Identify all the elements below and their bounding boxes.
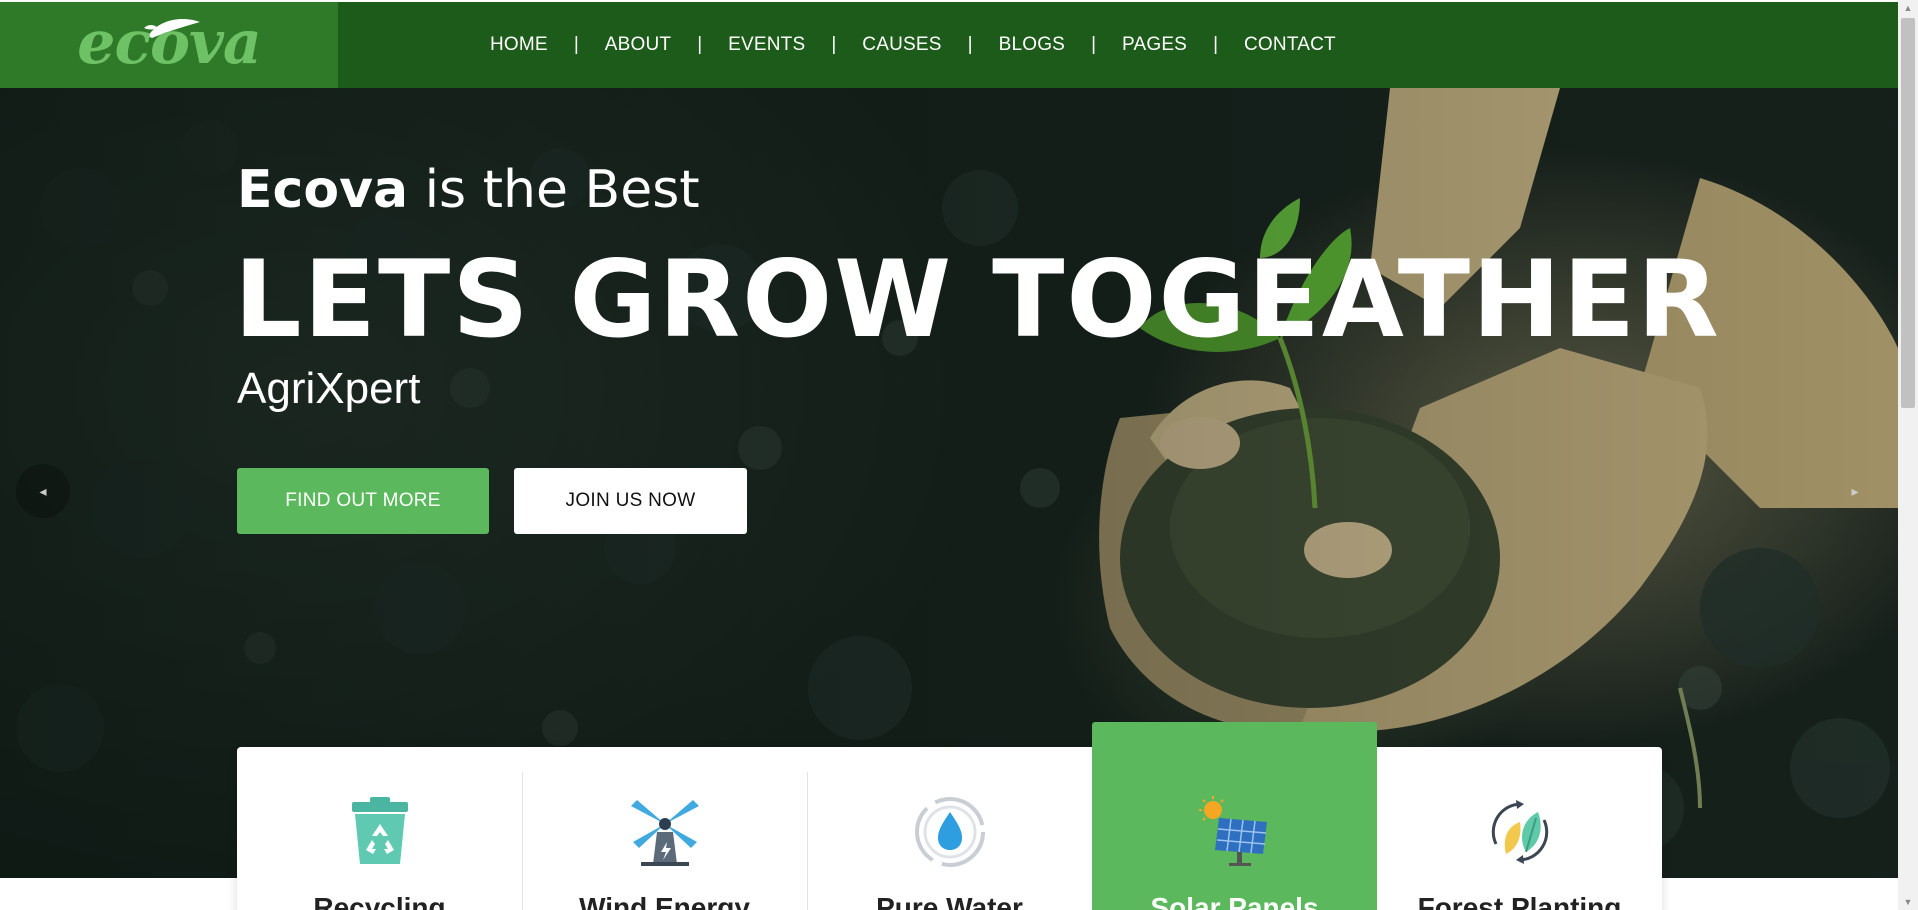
logo-text: ecova — [77, 8, 261, 78]
nav-contact[interactable]: CONTACT — [1244, 34, 1336, 56]
service-label: Forest Planting — [1417, 892, 1622, 910]
page-scrollbar[interactable]: ▲ ▼ — [1898, 0, 1918, 910]
nav-events[interactable]: EVENTS — [728, 34, 805, 56]
nav-separator: | — [831, 34, 837, 55]
solar-panel-icon — [1198, 796, 1267, 866]
find-out-more-button[interactable]: FIND OUT MORE — [237, 468, 489, 534]
slider-prev-button[interactable]: ◂ — [16, 464, 70, 518]
service-cards: Recycling Wind Energy Pure Water Solar P… — [237, 722, 1662, 910]
chevron-right-icon: ▸ — [1851, 482, 1859, 499]
hero-brand: AgriXpert — [237, 364, 421, 413]
recycle-bin-icon — [351, 797, 408, 864]
service-label: Pure Water — [876, 892, 1023, 910]
water-drop-icon — [914, 797, 985, 867]
nav-separator: | — [697, 34, 703, 55]
nav-separator: | — [1091, 34, 1096, 55]
service-card-pure-water[interactable]: Pure Water — [807, 747, 1092, 910]
nav-separator: | — [573, 34, 579, 55]
service-card-recycling[interactable]: Recycling — [237, 747, 522, 910]
nav-pages[interactable]: PAGES — [1122, 34, 1187, 56]
leaf-cycle-icon — [1491, 800, 1548, 864]
service-label: Wind Energy — [579, 892, 750, 910]
join-us-now-button[interactable]: JOIN US NOW — [514, 468, 747, 534]
service-label: Recycling — [313, 892, 446, 910]
nav-blogs[interactable]: BLOGS — [999, 34, 1065, 56]
service-card-forest-planting[interactable]: Forest Planting — [1377, 747, 1662, 910]
logo[interactable]: ecova — [0, 2, 338, 88]
scroll-thumb[interactable] — [1901, 18, 1915, 408]
service-card-solar-panels[interactable]: Solar Panels — [1092, 722, 1377, 910]
hero-subtitle-rest: is the Best — [408, 160, 700, 220]
nav-home[interactable]: HOME — [490, 34, 548, 56]
service-label: Solar Panels — [1150, 892, 1319, 910]
scroll-down-arrow-icon[interactable]: ▼ — [1898, 894, 1918, 910]
nav-separator: | — [967, 34, 973, 55]
hero-subtitle-bold: Ecova — [237, 160, 409, 220]
chevron-left-icon: ◂ — [39, 482, 47, 499]
site-header: ecova HOME | ABOUT | EVENTS | CAUSES | B… — [0, 2, 1898, 88]
nav-causes[interactable]: CAUSES — [862, 34, 941, 56]
hero-title: LETS GROW TOGEATHER — [234, 238, 1721, 361]
hero-subtitle: Ecova is the Best — [237, 160, 700, 220]
slider-next-button[interactable]: ▸ — [1828, 464, 1882, 518]
service-card-wind-energy[interactable]: Wind Energy — [522, 747, 807, 910]
windmill-icon — [630, 800, 699, 866]
page: ecova HOME | ABOUT | EVENTS | CAUSES | B… — [0, 0, 1918, 910]
nav-separator: | — [1213, 34, 1218, 55]
main-nav: HOME | ABOUT | EVENTS | CAUSES | BLOGS |… — [490, 34, 1336, 56]
nav-about[interactable]: ABOUT — [605, 34, 671, 56]
scroll-up-arrow-icon[interactable]: ▲ — [1898, 0, 1918, 16]
